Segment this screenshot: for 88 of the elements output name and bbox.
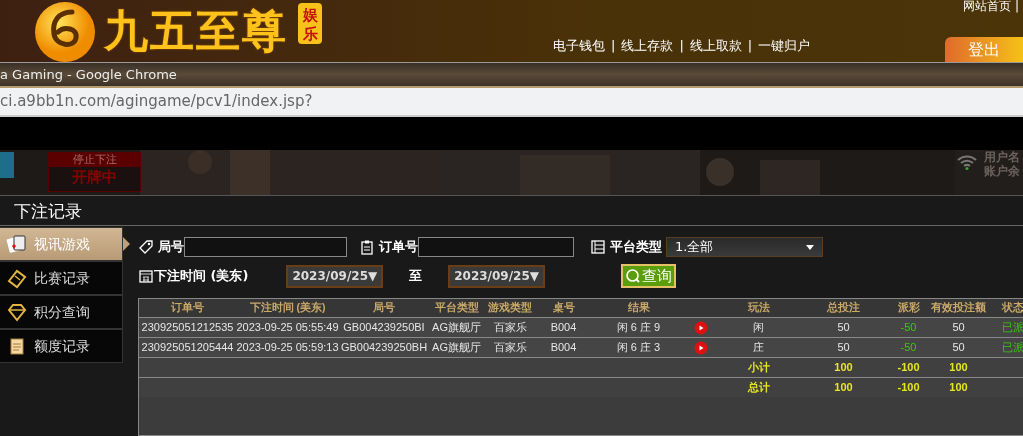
table-cell: 50 [801, 317, 886, 337]
separator: | [611, 37, 616, 55]
column-header: 有效投注额 [931, 299, 986, 317]
column-header: 结果 [591, 299, 686, 317]
table-cell: 闲 [716, 317, 801, 337]
date-select[interactable]: 2023/09/25▼ [286, 264, 384, 288]
column-header: 派彩 [886, 299, 931, 317]
ticket-icon [6, 267, 28, 289]
nav-link[interactable]: 一键归户 [758, 36, 811, 56]
sidebar-item[interactable]: 额度记录 [0, 329, 123, 363]
column-header: 局号 [339, 299, 429, 317]
column-header: 桌号 [536, 299, 591, 317]
order-field[interactable] [418, 237, 574, 257]
wifi-icon [957, 154, 977, 170]
round-field[interactable] [184, 237, 347, 257]
table-cell: GB004239250BH [339, 337, 429, 357]
column-header: 总投注 [801, 299, 886, 317]
column-header: 状态 [986, 299, 1023, 317]
table-cell: 100 [931, 357, 986, 377]
list-icon [590, 239, 606, 255]
calendar-icon [138, 268, 154, 284]
status-text: 开牌中 [71, 167, 118, 187]
clipboard-icon [359, 239, 375, 255]
table-cell: 230925051212535 [139, 317, 236, 337]
date-select[interactable]: 2023/09/25▼ [448, 264, 545, 288]
table-cell: 小计 [716, 357, 801, 377]
table-cell: B004 [536, 337, 591, 357]
play-icon[interactable] [694, 320, 708, 335]
caret-icon [806, 244, 814, 250]
range-label: 至 [409, 267, 423, 286]
status-label: 停止下注 [49, 153, 140, 167]
play-icon[interactable] [694, 340, 708, 355]
search-icon [625, 268, 641, 284]
info-label: 用户名 [984, 150, 1020, 164]
table-cell: -100 [886, 377, 931, 397]
column-header: 玩法 [716, 299, 801, 317]
table-cell: 2023-09-25 05:59:13 [236, 337, 339, 357]
table-cell: 已派 [986, 337, 1023, 357]
table-cell: 100 [801, 357, 886, 377]
window-title: a Gaming - Google Chrome [0, 67, 177, 82]
table-cell: 50 [931, 317, 986, 337]
sidebar-item[interactable]: 比赛记录 [0, 261, 123, 295]
table-cell: AG旗舰厅 [429, 337, 484, 357]
nav-link[interactable]: 线上存款 [621, 36, 674, 56]
table-cell: 2023-09-25 05:55:49 [236, 317, 339, 337]
column-header: 游戏类型 [484, 299, 536, 317]
field-label: 平台类型 [610, 238, 662, 257]
table-cell: 100 [801, 377, 886, 397]
separator: | [679, 37, 684, 55]
field-label: 局号 [158, 238, 184, 257]
table-cell: 已派 [986, 317, 1023, 337]
table-cell: 百家乐 [484, 317, 536, 337]
table-cell: B004 [536, 317, 591, 337]
nav-link[interactable]: 线上取款 [689, 36, 742, 56]
brand-title: 九五至尊 [104, 4, 288, 58]
column-header: 订单号 [139, 299, 236, 317]
dialog-title: 下注记录 [0, 196, 1023, 226]
table-cell: 50 [801, 337, 886, 357]
info-label: 账户余 [984, 164, 1020, 178]
address-field[interactable]: ci.a9bb1n.com/agingame/pcv1/index.jsp? [0, 92, 313, 110]
table-cell: AG旗舰厅 [429, 317, 484, 337]
table-cell: 百家乐 [484, 337, 536, 357]
sidebar-item[interactable]: 积分查询 [0, 295, 123, 329]
diamond-icon [6, 301, 28, 323]
nav-link[interactable]: 电子钱包 [553, 36, 605, 56]
table-cell: 100 [931, 377, 986, 397]
homepage-link[interactable]: 网站首页 [962, 0, 1011, 13]
separator: | [747, 37, 753, 55]
field-label: 下注时间 (美东) [154, 267, 249, 286]
tag-icon [138, 239, 154, 255]
column-header: 平台类型 [429, 299, 484, 317]
table-cell: 总计 [716, 377, 801, 397]
table-cell: 庄 [716, 337, 801, 357]
field-label: 订单号 [379, 238, 418, 257]
selection-pointer [123, 237, 130, 251]
column-header: 下注时间 (美东) [236, 299, 339, 317]
separator: | [1014, 0, 1019, 13]
playing-cards-icon [6, 233, 28, 255]
brand-badge: 娱乐 [298, 3, 322, 44]
table-cell: GB004239250BI [339, 317, 429, 337]
table-cell: 230925051205444 [139, 337, 236, 357]
table-cell: 闲 6 庄 9 [591, 317, 686, 337]
platform-select[interactable]: 1.全部 [666, 237, 823, 257]
table-cell: -50 [886, 337, 931, 357]
table-cell: -100 [886, 357, 931, 377]
table-cell: 闲 6 庄 3 [591, 337, 686, 357]
table-cell: 50 [931, 337, 986, 357]
table-cell: -50 [886, 317, 931, 337]
